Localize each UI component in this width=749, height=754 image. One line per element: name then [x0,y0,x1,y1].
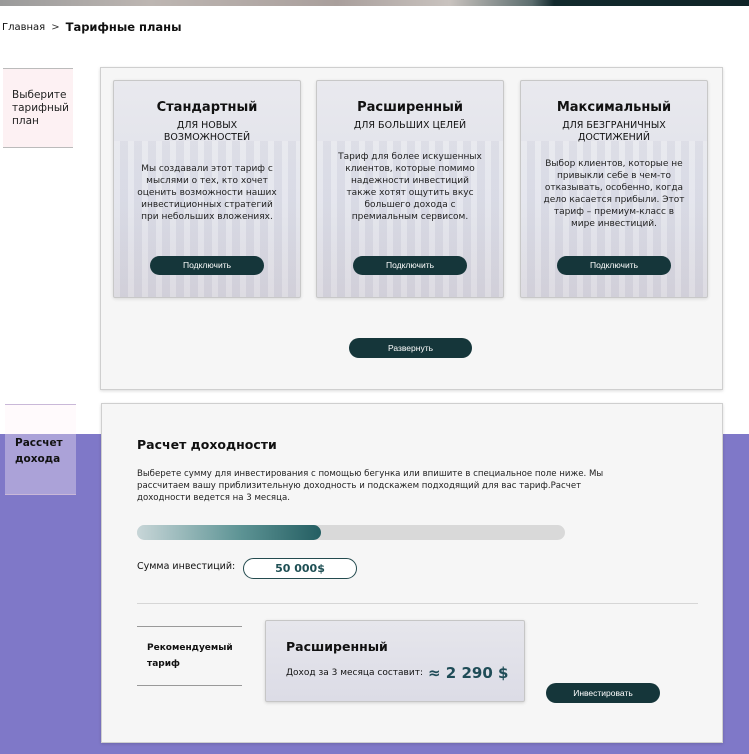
plan-name: Максимальный [556,100,672,115]
plan-subtitle: ДЛЯ НОВЫХ ВОЗМОЖНОСТЕЙ [163,120,251,143]
calculator-title: Расчет доходности [137,437,277,452]
sidebar-section-choose-plan[interactable]: Выберите тарифный план [3,68,73,148]
income-value: ≈ 2 290 $ [428,664,509,682]
recommended-plan-name: Расширенный [286,639,388,654]
income-calculator-panel: Расчет доходности Выберете сумму для инв… [101,403,723,743]
plan-description: Тариф для более искушенных клиентов, кот… [338,152,482,222]
investment-slider[interactable] [137,525,565,540]
recommended-plan-label: Рекомендуемый тариф [137,626,242,686]
income-label: Доход за 3 месяца составит: [286,668,423,678]
connect-button[interactable]: Подключить [557,256,671,275]
plan-name: Расширенный [357,100,463,115]
breadcrumb-current: Тарифные планы [65,20,182,34]
plans-panel: Стандартный ДЛЯ НОВЫХ ВОЗМОЖНОСТЕЙ Мы со… [100,67,723,390]
plan-subtitle: ДЛЯ БОЛЬШИХ ЦЕЛЕЙ [353,120,467,131]
divider [137,603,698,604]
connect-button[interactable]: Подключить [353,256,467,275]
header-banner-strip [0,0,749,6]
calculator-description: Выберете сумму для инвестирования с помо… [137,469,604,503]
breadcrumb-home-link[interactable]: Главная [2,22,45,33]
sum-input[interactable]: 50 000$ [243,558,357,579]
plan-description: Мы создавали этот тариф с мыслями о тех,… [137,164,277,222]
expand-button[interactable]: Развернуть [349,338,472,358]
plan-name: Стандартный [156,100,258,115]
sidebar-label-choose-plan: Выберите тарифный план [12,88,69,127]
investment-slider-fill[interactable] [137,525,322,540]
recommended-plan-card: Расширенный Доход за 3 месяца составит: … [265,620,525,702]
plan-card-extended: Расширенный ДЛЯ БОЛЬШИХ ЦЕЛЕЙ Тариф для … [316,80,504,298]
connect-button[interactable]: Подключить [150,256,264,275]
recommended-plan-label-text: Рекомендуемый тариф [147,643,233,669]
breadcrumb-separator: > [51,21,60,33]
breadcrumb: Главная > Тарифные планы [2,20,182,34]
plan-card-standard: Стандартный ДЛЯ НОВЫХ ВОЗМОЖНОСТЕЙ Мы со… [113,80,301,298]
plan-card-maximum: Максимальный ДЛЯ БЕЗГРАНИЧНЫХ ДОСТИЖЕНИЙ… [520,80,708,298]
sum-label: Сумма инвестиций: [137,561,236,572]
sidebar-section-calc-income[interactable]: Рассчет дохода [5,404,76,495]
plan-subtitle: ДЛЯ БЕЗГРАНИЧНЫХ ДОСТИЖЕНИЙ [562,120,666,143]
invest-button[interactable]: Инвестировать [546,683,660,703]
sidebar-label-calc-income: Рассчет дохода [15,437,63,465]
plan-description: Выбор клиентов, которые не привыкли себе… [543,159,685,229]
